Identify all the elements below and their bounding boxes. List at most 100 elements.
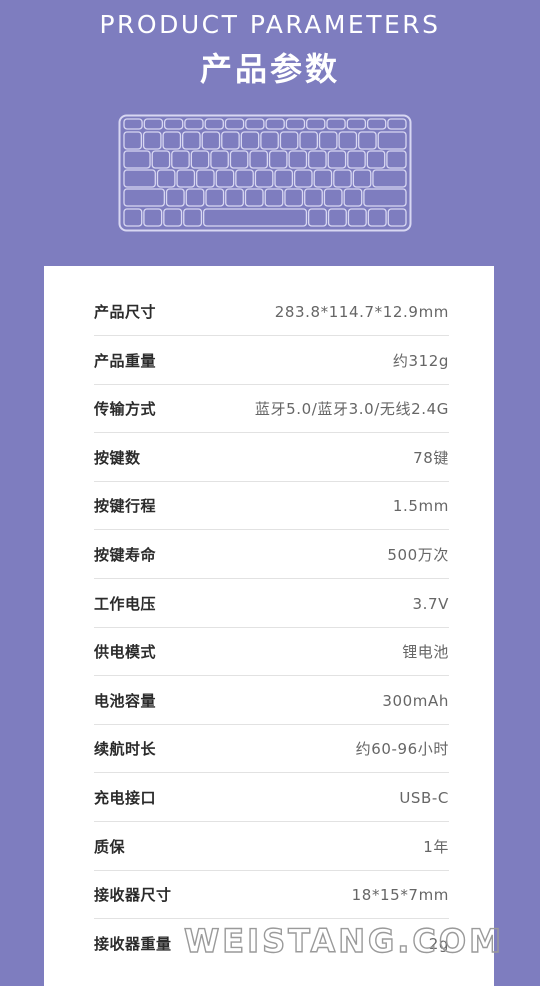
param-row: 产品尺寸 283.8*114.7*12.9mm bbox=[94, 288, 449, 336]
keyboard-key bbox=[333, 169, 352, 188]
param-row: 按键数 78键 bbox=[94, 434, 449, 482]
param-value: 1.5mm bbox=[392, 497, 449, 516]
keyboard-key bbox=[182, 131, 201, 150]
param-label: 按键寿命 bbox=[94, 546, 157, 564]
keyboard-key bbox=[338, 131, 358, 150]
keyboard-key bbox=[268, 150, 288, 169]
keyboard-key bbox=[215, 169, 235, 188]
keyboard-key bbox=[142, 131, 162, 150]
keyboard-key bbox=[162, 131, 182, 150]
keyboard-key bbox=[358, 131, 377, 150]
keyboard-key bbox=[229, 150, 249, 169]
param-label: 质保 bbox=[94, 837, 126, 856]
keyboard-key bbox=[196, 169, 215, 188]
keyboard-key bbox=[347, 208, 367, 227]
keyboard-key bbox=[184, 118, 204, 130]
param-label: 接收器重量 bbox=[94, 934, 172, 953]
keyboard-key bbox=[284, 188, 304, 207]
keyboard-key bbox=[260, 131, 279, 150]
param-value: USB-C bbox=[399, 789, 449, 807]
keyboard-key bbox=[327, 150, 347, 169]
keyboard-key bbox=[387, 118, 407, 130]
watermark-logo: WEISTANG.COM bbox=[184, 922, 504, 960]
keyboard-key bbox=[244, 188, 264, 207]
parameters-card: 产品尺寸 283.8*114.7*12.9mm 产品重量 约312g 传输方式 蓝牙5.0… bbox=[44, 266, 494, 986]
keyboard-key bbox=[288, 150, 308, 169]
keyboard-key bbox=[387, 208, 407, 227]
keyboard-key bbox=[225, 188, 244, 207]
keyboard-key bbox=[163, 208, 183, 227]
keyboard-key bbox=[366, 150, 386, 169]
param-label: 按键数 bbox=[94, 448, 141, 467]
page-title-en: PRODUCT PARAMETERS bbox=[99, 10, 441, 39]
keyboard-key bbox=[163, 118, 184, 130]
param-row: 接收器尺寸 18*15*7mm bbox=[94, 871, 449, 920]
keyboard-key bbox=[306, 118, 326, 130]
keyboard-key bbox=[299, 131, 319, 150]
param-row: 产品重量 约312g bbox=[94, 337, 449, 385]
param-value: 锂电池 bbox=[402, 643, 449, 662]
keyboard-key bbox=[367, 208, 387, 227]
keyboard-key bbox=[347, 150, 366, 169]
keyboard-key bbox=[265, 118, 285, 130]
keyboard-key bbox=[205, 188, 225, 207]
param-row: 电池容量 300mAh bbox=[94, 677, 449, 725]
keyboard-key bbox=[386, 150, 407, 169]
keyboard-icon bbox=[118, 114, 412, 232]
keyboard-key bbox=[165, 188, 185, 207]
param-label: 按键行程 bbox=[94, 497, 157, 516]
keyboard-key bbox=[285, 118, 306, 130]
keyboard-key bbox=[123, 188, 165, 207]
param-value: 300mAh bbox=[382, 691, 449, 710]
keyboard-key bbox=[210, 150, 229, 169]
param-value: 500万次 bbox=[387, 546, 449, 564]
keyboard-key bbox=[143, 118, 164, 130]
keyboard-key bbox=[123, 131, 143, 150]
param-value: 约60-96小时 bbox=[355, 740, 449, 759]
keyboard-key bbox=[307, 208, 327, 227]
keyboard-key bbox=[372, 169, 407, 188]
param-row: 质保 1年 bbox=[94, 823, 449, 871]
param-value: 约312g bbox=[392, 351, 449, 370]
keyboard-key bbox=[123, 169, 156, 188]
keyboard-key bbox=[343, 188, 363, 207]
param-row: 按键行程 1.5mm bbox=[94, 482, 449, 531]
keyboard-key bbox=[254, 169, 274, 188]
keyboard-key bbox=[203, 208, 308, 227]
param-label: 电池容量 bbox=[94, 691, 157, 710]
keyboard-key bbox=[377, 131, 407, 150]
param-label: 产品尺寸 bbox=[94, 303, 157, 321]
keyboard-key bbox=[151, 150, 171, 169]
param-value: 蓝牙5.0/蓝牙3.0/无线2.4G bbox=[254, 400, 449, 419]
keyboard-key bbox=[264, 188, 284, 207]
keyboard-key bbox=[313, 169, 333, 188]
param-row: 工作电压 3.7V bbox=[94, 580, 449, 628]
param-row: 供电模式 锂电池 bbox=[94, 628, 449, 677]
param-value: 78键 bbox=[413, 448, 449, 467]
keyboard-key bbox=[123, 150, 151, 169]
keyboard-key bbox=[279, 131, 299, 150]
keyboard-key bbox=[323, 188, 343, 207]
keyboard-key bbox=[143, 208, 163, 227]
param-label: 供电模式 bbox=[94, 643, 157, 662]
keyboard-key bbox=[204, 118, 224, 130]
param-label: 续航时长 bbox=[94, 740, 157, 759]
param-value: 3.7V bbox=[412, 594, 449, 613]
param-label: 产品重量 bbox=[94, 351, 157, 370]
keyboard-key bbox=[240, 131, 260, 150]
keyboard-key bbox=[318, 131, 338, 150]
keyboard-key bbox=[245, 118, 265, 130]
param-row: 按键寿命 500万次 bbox=[94, 531, 449, 579]
keyboard-key bbox=[123, 208, 143, 227]
watermark-text: WEISTANG.COM bbox=[184, 922, 504, 960]
keyboard-key bbox=[249, 150, 269, 169]
keyboard-key bbox=[156, 169, 176, 188]
param-value: 18*15*7mm bbox=[351, 886, 449, 905]
param-value: 283.8*114.7*12.9mm bbox=[274, 303, 449, 321]
param-row: 传输方式 蓝牙5.0/蓝牙3.0/无线2.4G bbox=[94, 385, 449, 434]
keyboard-key bbox=[185, 188, 205, 207]
keyboard-key bbox=[293, 169, 313, 188]
param-label: 工作电压 bbox=[94, 594, 157, 613]
keyboard-key bbox=[224, 118, 245, 130]
keyboard-key bbox=[171, 150, 190, 169]
